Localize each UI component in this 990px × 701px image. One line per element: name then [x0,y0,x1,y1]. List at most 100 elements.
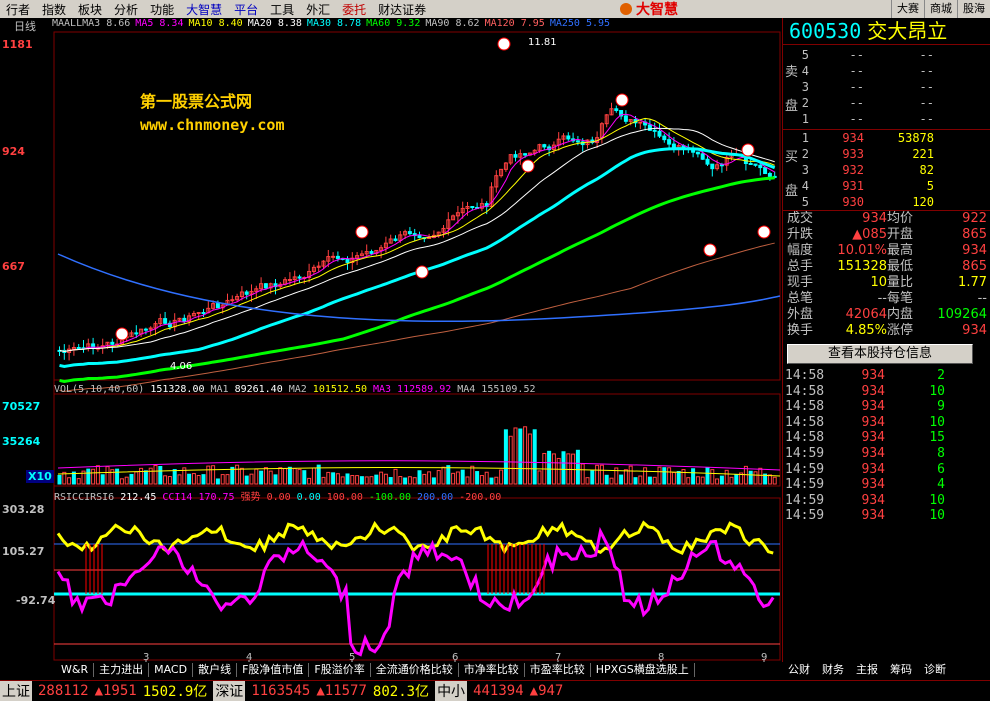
menu-item[interactable]: 工具 [264,1,300,18]
volume-bar [417,470,422,485]
quote-panel: 600530 交大昂立 5 -- -- 4 -- -- 3 -- -- 2 -- -- 1 -- -- 卖盘 1… [782,18,990,662]
volume-bar [724,469,729,485]
volume-bar [503,429,508,485]
indicator-tab[interactable]: F股净值市值 [237,663,310,677]
volume-bar [331,472,336,485]
top-right-button[interactable]: 大赛 [891,0,924,18]
ma-legend-item: MA10 8.40 [188,18,242,29]
ma-legend-value: 8.34 [159,18,184,29]
menu-item[interactable]: 分析 [108,1,144,18]
menu-item[interactable]: 功能 [144,1,180,18]
menu-item[interactable]: 大智慧 [180,1,228,18]
volume-bar [609,477,614,485]
status-item: ▲11577 [316,682,367,699]
signal-smiley-icon [703,243,717,257]
menu-item[interactable]: 平台 [228,1,264,18]
tick-row[interactable]: 14:59 934 10 [785,493,945,509]
tick-price: 934 [861,508,885,524]
bids-row: 5 930 120 [783,194,990,210]
tick-row[interactable]: 14:59 934 8 [785,446,945,462]
volume-bar [638,475,643,485]
ma-legend-item: MA5 8.34 [135,18,183,29]
indicator-tab[interactable]: HPXGS横盘选股上 [591,663,695,677]
volume-bar [523,426,528,485]
menu-item[interactable]: 指数 [36,1,72,18]
kline-chart-svg[interactable]: 3 4 5 6 7 8 9 [0,18,781,662]
volume-bar [230,466,235,485]
indicator-tab[interactable]: W&R [56,663,95,677]
volume-bar [129,473,134,485]
right-tab[interactable]: 主报 [850,663,884,677]
right-tab[interactable]: 公财 [782,663,816,677]
candle-body [667,139,672,145]
volume-bar [710,469,715,485]
menu-item[interactable]: 委托 [336,1,372,18]
status-item[interactable]: 深证 [213,680,246,701]
tick-list[interactable]: 14:58 934 2 14:58 934 10 14:58 934 9 14:58 934 10 14… [785,368,945,524]
candle-body [700,153,705,160]
tick-price: 934 [861,368,885,383]
volume-bar [139,467,144,485]
indicator-tab[interactable]: F股溢价率 [309,663,371,677]
position-info-button[interactable]: 查看本股持仓信息 [787,344,973,364]
status-item: 288112 [38,682,89,699]
volume-bar [297,468,302,485]
volume-bar [700,476,705,485]
tick-row[interactable]: 14:58 934 2 [785,368,945,384]
volume-bar [100,474,105,485]
indicator-tab[interactable]: 主力进出 [94,663,150,677]
tick-row[interactable]: 14:59 934 4 [785,477,945,493]
app-logo: 大智慧 [620,0,678,18]
right-tab[interactable]: 筹码 [884,663,918,677]
candle-body [542,144,547,148]
watermark-title: 第一股票公式网 [140,92,253,111]
indicator-tab[interactable]: MACD [149,663,194,677]
right-tab[interactable]: 诊断 [918,663,952,677]
tick-row[interactable]: 14:58 934 15 [785,430,945,446]
vol_header-item: MA3 [372,384,392,395]
level-price: -- [849,64,864,78]
bids-row: 1 934 53878 [783,130,990,146]
quote-key: 现手 [787,275,814,290]
volume-bar [767,474,772,485]
volume-bar [455,471,460,485]
candle-body [767,173,772,177]
indicator-tab[interactable]: 市盈率比较 [525,663,591,677]
tick-row[interactable]: 14:59 934 6 [785,462,945,478]
ind_header-item: 0.00 [266,492,291,503]
indicator-tab[interactable]: 全流通价格比较 [371,663,459,677]
candle-body [705,158,710,165]
menu-item[interactable]: 财达证券 [372,1,432,18]
menu-item[interactable]: 行者 [0,1,36,18]
candle-body [182,317,187,323]
top-right-button[interactable]: 商城 [924,0,957,18]
status-item[interactable]: 上证 [0,680,32,701]
candle-body [417,235,422,239]
candle-body [662,135,667,141]
price-tick-mid: 924 [2,145,25,158]
volume-bar [662,467,667,485]
candle-body [393,238,398,241]
volume-bar [254,468,259,485]
tick-row[interactable]: 14:58 934 9 [785,399,945,415]
volume-bar [470,465,475,485]
tick-row[interactable]: 14:59 934 10 [785,508,945,524]
tick-row[interactable]: 14:58 934 10 [785,384,945,400]
volume-bar [383,473,388,485]
indicator-tab[interactable]: 散户线 [193,663,238,677]
tick-price: 934 [861,430,885,446]
menu-item[interactable]: 板块 [72,1,108,18]
top-right-button[interactable]: 股海 [957,0,990,18]
right-tab[interactable]: 财务 [816,663,850,677]
vol_header-item: 155109.52 [481,384,536,395]
tick-row[interactable]: 14:58 934 10 [785,415,945,431]
indicator-tab[interactable]: 市净率比较 [459,663,525,677]
menu-item[interactable]: 外汇 [300,1,336,18]
volume-bar [513,427,518,485]
candle-body [614,108,619,112]
ma-legend-item: MA120 7.95 [485,18,545,29]
volume-bar [283,467,288,485]
tick-price: 934 [861,399,885,415]
kline-chart-area[interactable]: 3 4 5 6 7 8 9 日线 MAALLMA3 8.66 MA5 8.34 MA10 8.4… [0,18,781,662]
status-item[interactable]: 中小 [435,680,468,701]
